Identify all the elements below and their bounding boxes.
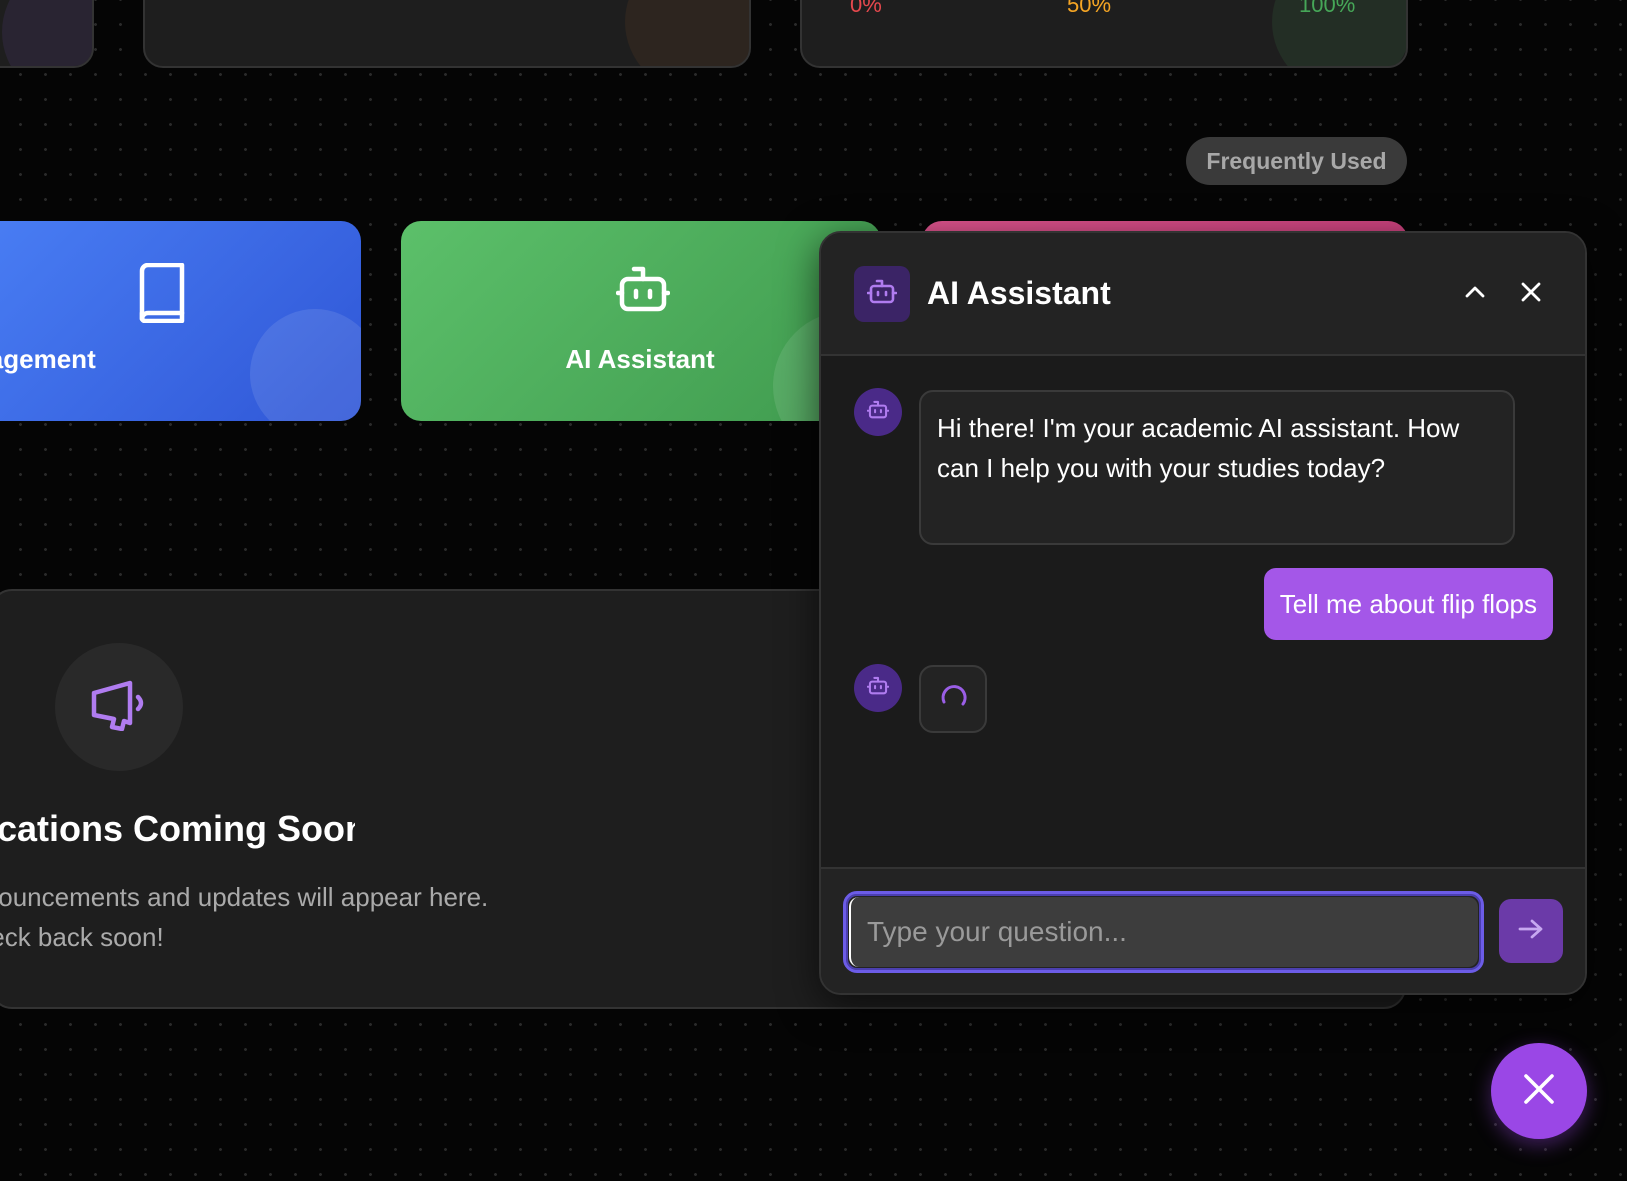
announcements-subtitle: Announcements and updates will appear he…	[0, 882, 489, 952]
scale-label-low: 0%	[850, 0, 882, 17]
chat-avatar	[854, 266, 910, 322]
close-icon	[1520, 281, 1542, 308]
robot-icon	[615, 263, 671, 322]
tile-course-management[interactable]: Course Management	[0, 221, 361, 421]
close-button[interactable]	[1513, 276, 1549, 312]
assistant-message: Hi there! I'm your academic AI assistant…	[919, 390, 1515, 545]
user-message: Tell me about flip flops	[1263, 568, 1553, 640]
chat-title: AI Assistant	[927, 275, 1111, 311]
card-decoration	[625, 0, 749, 66]
frequently-used-badge: Frequently Used	[1186, 137, 1407, 185]
card-decoration	[2, 0, 92, 66]
arrow-right-icon	[1518, 918, 1544, 945]
loading-spinner-icon	[938, 682, 968, 717]
assistant-loading-message	[919, 665, 987, 733]
announcements-title: Notifications Coming Soon	[0, 808, 355, 849]
tile-label: AI Assistant	[565, 344, 715, 374]
bot-avatar	[854, 388, 902, 436]
robot-icon	[866, 675, 890, 702]
chat-input-bar	[821, 867, 1585, 993]
chevron-up-icon	[1464, 285, 1486, 304]
chat-input-wrapper	[843, 891, 1484, 973]
megaphone-badge	[55, 643, 183, 771]
chat-panel: AI Assistant Hi there! I'm your academic…	[819, 231, 1587, 995]
chat-header: AI Assistant	[821, 233, 1585, 356]
progress-scale-card: 0% 50% 100%	[800, 0, 1408, 68]
chat-toggle-button[interactable]	[1491, 1043, 1587, 1139]
scale-label-mid: 50%	[1067, 0, 1112, 17]
book-icon	[136, 262, 188, 328]
scale-label-high: 100%	[1299, 0, 1356, 17]
stat-card-left	[0, 0, 94, 68]
tile-label: Course Management	[0, 344, 96, 374]
robot-icon	[866, 399, 890, 426]
bot-avatar	[854, 664, 902, 712]
collapse-button[interactable]	[1457, 276, 1493, 312]
tile-ai-assistant[interactable]: AI Assistant	[401, 221, 881, 421]
robot-icon	[866, 277, 898, 312]
send-button[interactable]	[1499, 899, 1563, 963]
megaphone-icon	[88, 679, 150, 736]
close-icon	[1522, 1072, 1556, 1111]
stat-card-middle	[143, 0, 751, 68]
chat-input[interactable]	[849, 897, 1478, 967]
tile-decoration	[250, 309, 361, 421]
